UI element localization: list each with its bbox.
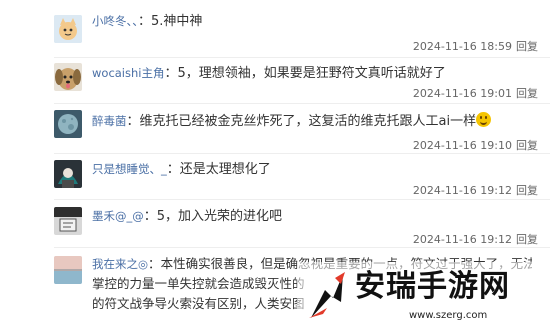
comment-text: 还是太理想化了	[179, 162, 271, 177]
avatar[interactable]	[54, 15, 82, 43]
comment-meta: 2024-11-16 18:59 回复	[413, 38, 538, 54]
comment-meta: 2024-11-16 19:01 回复	[413, 85, 538, 101]
comment-body: 只是想睡觉、_：还是太理想化了	[92, 160, 540, 179]
moon-avatar-icon	[54, 110, 82, 138]
smile-emoji-icon	[476, 112, 492, 127]
watermark-title: 安瑞手游网	[355, 269, 510, 304]
landscape-avatar-icon	[54, 256, 82, 284]
timestamp: 2024-11-16 19:12	[412, 233, 512, 246]
username-link[interactable]: 我在来之◎	[92, 257, 148, 271]
timestamp: 2024-11-16 19:12	[412, 184, 512, 197]
reply-button[interactable]: 回复	[516, 87, 538, 100]
avatar[interactable]	[54, 256, 82, 284]
comment-meta: 2024-11-16 19:12 回复	[413, 182, 538, 198]
dog-avatar-icon	[54, 63, 82, 91]
reply-button[interactable]: 回复	[516, 184, 538, 197]
comment-item: 小咚冬、、：5.神中神 2024-11-16 18:59 回复	[0, 0, 550, 58]
cat-avatar-icon	[54, 15, 82, 43]
reply-button[interactable]: 回复	[516, 139, 538, 152]
comment-item: wocaishi主角：5，理想领袖，如果要是狂野符文真听话就好了 2024-11…	[0, 58, 550, 104]
timestamp: 2024-11-16 19:10	[412, 139, 512, 152]
separator: ：	[138, 14, 152, 29]
separator: ：	[166, 162, 180, 177]
comment-meta: 2024-11-16 19:12 回复	[413, 231, 538, 247]
avatar[interactable]	[54, 63, 82, 91]
character-avatar-icon	[54, 160, 82, 188]
username-link[interactable]: 醉毒菌	[92, 114, 127, 128]
separator: ：	[126, 114, 140, 129]
watermark-overlay: 安瑞手游网 www.szerg.com	[297, 262, 550, 333]
comment-item: 墨禾@_@：5，加入光荣的进化吧 2024-11-16 19:12 回复	[0, 200, 550, 248]
username-link[interactable]: wocaishi主角	[92, 66, 164, 80]
timestamp: 2024-11-16 19:01	[412, 87, 512, 100]
watermark-url: www.szerg.com	[409, 310, 488, 321]
comment-body: wocaishi主角：5，理想领袖，如果要是狂野符文真听话就好了	[92, 64, 540, 83]
username-link[interactable]: 小咚冬、、	[92, 14, 138, 28]
comment-meta: 2024-11-16 19:10 回复	[413, 137, 538, 153]
comment-body: 墨禾@_@：5，加入光荣的进化吧	[92, 207, 540, 226]
separator: ：	[143, 209, 157, 224]
separator: ：	[164, 66, 178, 81]
brand-logo-icon	[309, 272, 345, 318]
username-link[interactable]: 墨禾@_@	[92, 209, 144, 223]
username-link[interactable]: 只是想睡觉、_	[92, 162, 167, 176]
timestamp: 2024-11-16 18:59	[412, 40, 512, 53]
comment-text: 5.神中神	[151, 14, 203, 29]
sketch-avatar-icon	[54, 207, 82, 235]
avatar[interactable]	[54, 207, 82, 235]
avatar[interactable]	[54, 160, 82, 188]
comment-text: 维克托已经被金克丝炸死了，这复活的维克托跟人工ai一样	[139, 114, 477, 129]
separator: ：	[148, 256, 161, 271]
avatar[interactable]	[54, 110, 82, 138]
comment-item: 醉毒菌：维克托已经被金克丝炸死了，这复活的维克托跟人工ai一样 2024-11-…	[0, 104, 550, 154]
comment-text: 5，加入光荣的进化吧	[156, 209, 283, 224]
reply-button[interactable]: 回复	[516, 40, 538, 53]
reply-button[interactable]: 回复	[516, 233, 538, 246]
comment-item: 只是想睡觉、_：还是太理想化了 2024-11-16 19:12 回复	[0, 154, 550, 200]
comment-text: 5，理想领袖，如果要是狂野符文真听话就好了	[177, 66, 446, 81]
comment-body: 小咚冬、、：5.神中神	[92, 12, 540, 31]
comment-body: 醉毒菌：维克托已经被金克丝炸死了，这复活的维克托跟人工ai一样	[92, 112, 540, 131]
